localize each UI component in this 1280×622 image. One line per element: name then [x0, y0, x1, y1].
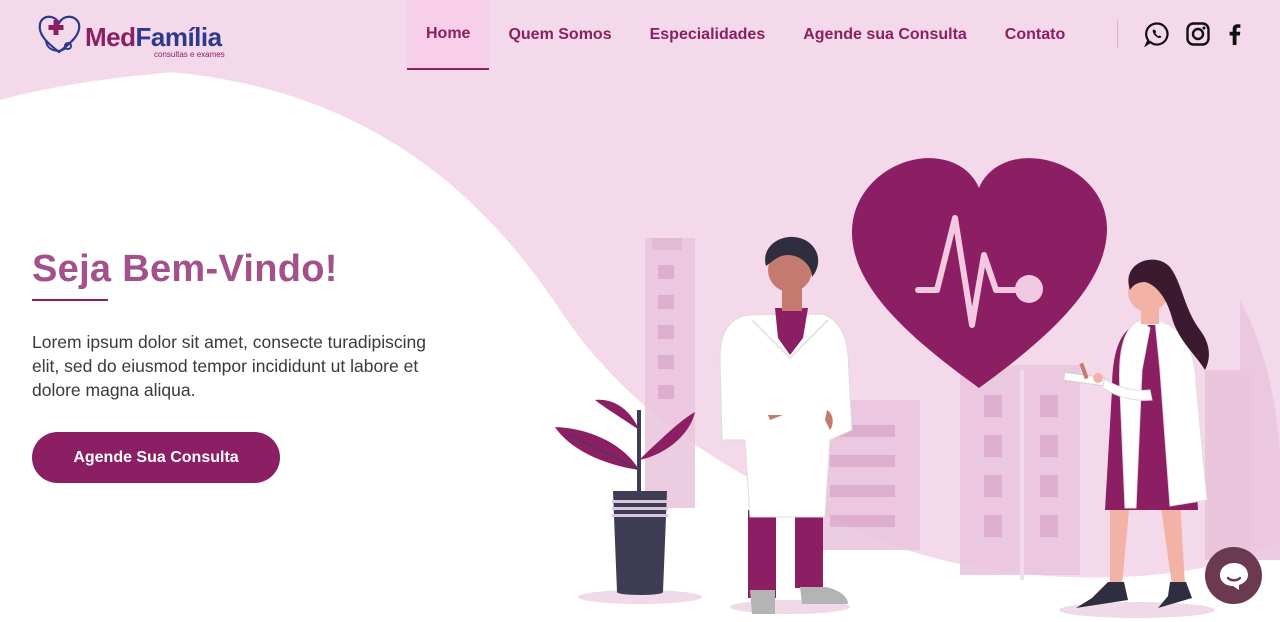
logo-word-familia: Família — [135, 22, 223, 52]
hero-section: Seja Bem-Vindo! Lorem ipsum dolor sit am… — [0, 70, 1280, 622]
hero-title: Seja Bem-Vindo! — [32, 248, 338, 290]
heart-stethoscope-icon — [38, 15, 81, 54]
logo-wordmark: MedFamília — [85, 22, 222, 53]
facebook-icon[interactable] — [1222, 21, 1248, 47]
nav-item-contato[interactable]: Contato — [986, 0, 1084, 70]
hero-description: Lorem ipsum dolor sit amet, consecte tur… — [32, 332, 426, 400]
nav-item-agende-consulta[interactable]: Agende sua Consulta — [784, 0, 986, 70]
whatsapp-icon[interactable] — [1143, 21, 1170, 48]
main-nav: Home Quem Somos Especialidades Agende su… — [407, 0, 1084, 70]
logo-tagline: consultas e exames — [154, 50, 225, 59]
nav-item-especialidades[interactable]: Especialidades — [631, 0, 785, 70]
nav-item-quem-somos[interactable]: Quem Somos — [489, 0, 630, 70]
chat-button[interactable] — [1205, 547, 1262, 604]
chat-bubble-icon — [1219, 562, 1248, 590]
agende-consulta-button[interactable]: Agende Sua Consulta — [32, 432, 280, 483]
hero-top-strip — [0, 70, 200, 100]
hero-title-underline — [32, 299, 108, 301]
nav-item-home[interactable]: Home — [407, 0, 490, 70]
site-header: MedFamília consultas e exames Home Quem … — [0, 0, 1280, 70]
nav-divider — [1117, 20, 1118, 48]
instagram-icon[interactable] — [1185, 21, 1211, 47]
medfamilia-logo[interactable]: MedFamília consultas e exames — [36, 12, 236, 60]
logo-word-med: Med — [85, 22, 136, 52]
